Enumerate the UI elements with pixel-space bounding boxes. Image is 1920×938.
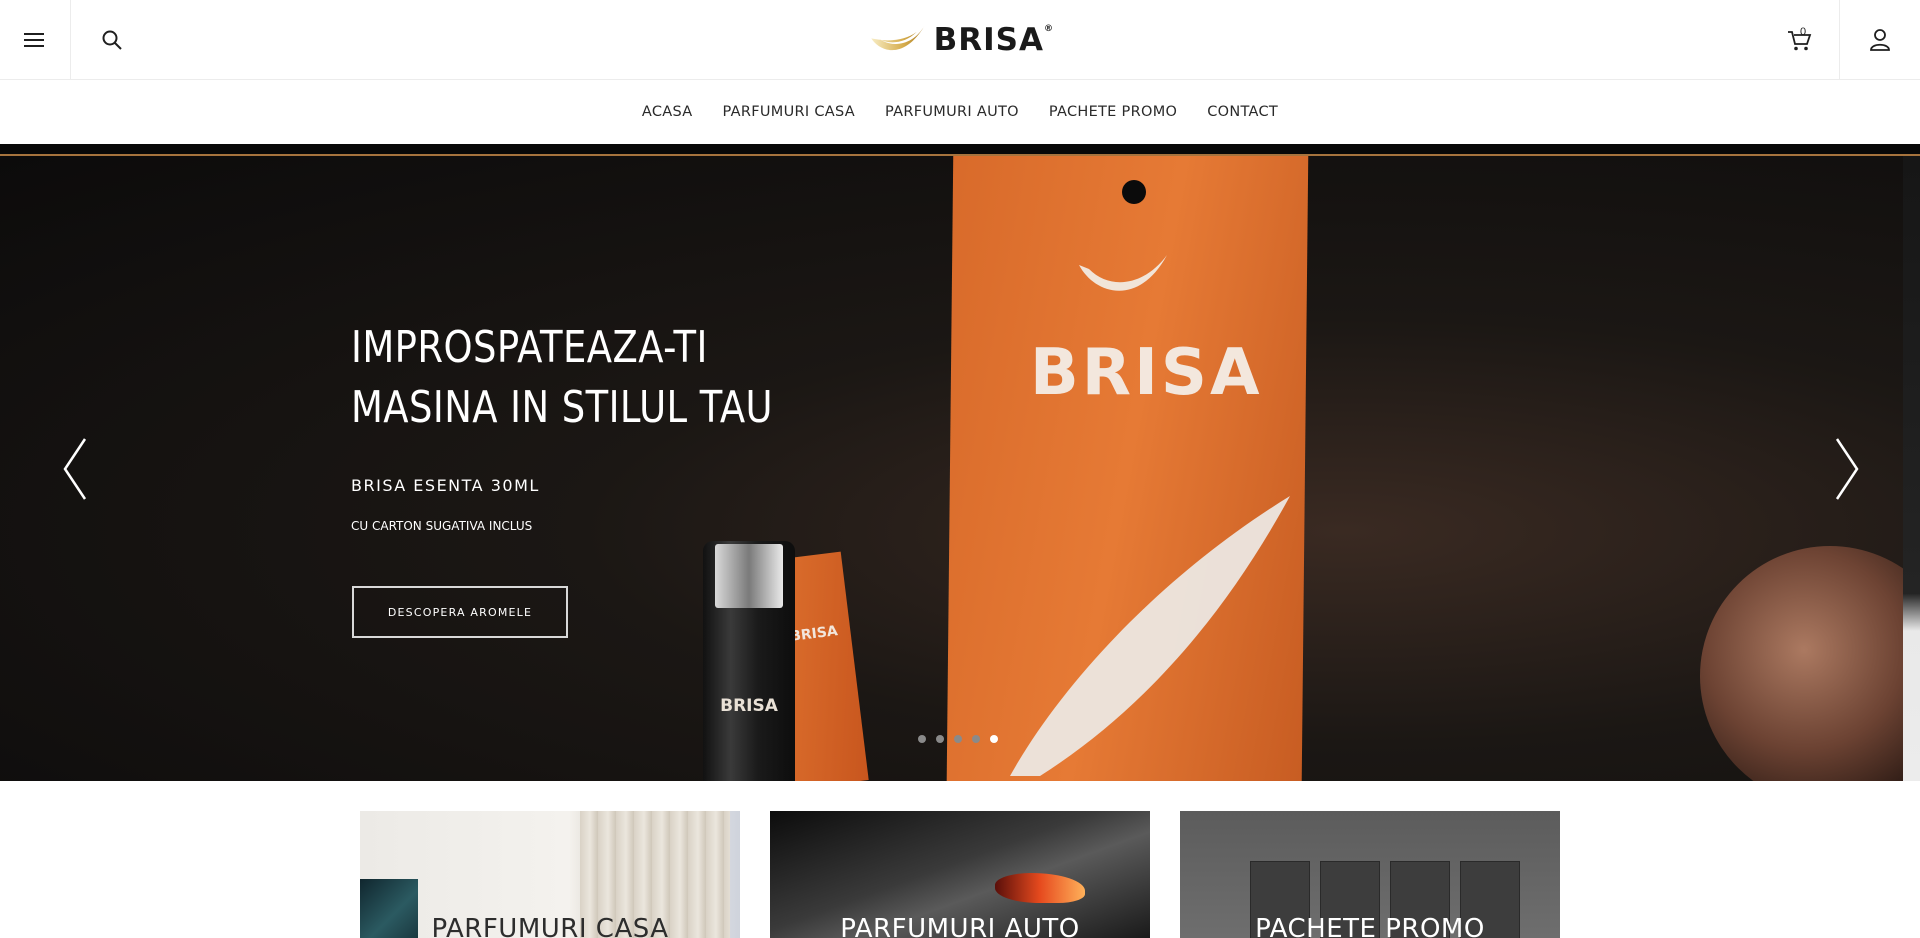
- slider-dot-3[interactable]: [954, 735, 962, 743]
- category-card-parfumuri-casa[interactable]: PARFUMURI CASA: [360, 811, 740, 938]
- brand-name: BRISA®: [933, 22, 1054, 58]
- category-card-parfumuri-auto[interactable]: PARFUMURI AUTO: [770, 811, 1150, 938]
- user-icon: [1870, 29, 1890, 51]
- site-header: BRISA® 0: [0, 0, 1920, 80]
- hero-right-strip: [1903, 156, 1920, 781]
- search-icon: [102, 30, 122, 50]
- slider-prev-arrow[interactable]: [55, 437, 95, 501]
- slider-dots: [918, 735, 998, 743]
- slider-dot-1[interactable]: [918, 735, 926, 743]
- nav-item-acasa[interactable]: ACASA: [642, 104, 693, 120]
- search-button[interactable]: [71, 0, 153, 80]
- bottle-cap: [715, 544, 783, 608]
- nav-item-parfumuri-auto[interactable]: PARFUMURI AUTO: [885, 104, 1019, 120]
- hand-image: [1700, 546, 1920, 781]
- tag-brand-text: BRISA: [1030, 336, 1263, 410]
- category-cards: PARFUMURI CASA PARFUMURI AUTO PACHETE PR…: [360, 811, 1560, 938]
- cart-button[interactable]: 0: [1758, 0, 1839, 80]
- hero-title-line-1: IMPROSPATEAZA-TI: [351, 322, 708, 373]
- hero-slider: BRISA BRISA BRISA IMPROSPATEAZA-TI MASIN…: [0, 156, 1920, 781]
- category-card-pachete-promo[interactable]: PACHETE PROMO: [1180, 811, 1560, 938]
- cart-count-badge: 0: [1800, 26, 1807, 38]
- slider-dot-2[interactable]: [936, 735, 944, 743]
- chevron-right-icon: [1835, 438, 1859, 500]
- nav-item-parfumuri-casa[interactable]: PARFUMURI CASA: [723, 104, 855, 120]
- hero-title-line-2: MASINA IN STILUL TAU: [351, 382, 774, 433]
- hero-small-text: CU CARTON SUGATIVA INCLUS: [351, 519, 533, 533]
- cart-icon: [1787, 31, 1811, 51]
- discover-button[interactable]: DESCOPERA AROMELE: [352, 586, 568, 638]
- hero-subtitle: BRISA ESENTA 30ML: [351, 476, 540, 495]
- category-label: PACHETE PROMO: [1255, 914, 1485, 938]
- bottle-brand-text: BRISA: [720, 696, 778, 716]
- category-label: PARFUMURI CASA: [431, 914, 669, 938]
- category-label: PARFUMURI AUTO: [840, 914, 1080, 938]
- chevron-left-icon: [63, 438, 87, 500]
- hero-top-bar: [0, 144, 1920, 156]
- account-button[interactable]: [1839, 0, 1920, 80]
- feather-icon: [1079, 255, 1167, 291]
- car-taillight-image: [995, 873, 1085, 903]
- feather-logo-icon: [871, 25, 925, 51]
- nav-item-pachete-promo[interactable]: PACHETE PROMO: [1049, 104, 1177, 120]
- hamburger-menu-icon: [24, 33, 44, 47]
- brand-logo[interactable]: BRISA®: [868, 14, 1054, 66]
- nav-item-contact[interactable]: CONTACT: [1207, 104, 1278, 120]
- slider-next-arrow[interactable]: [1827, 437, 1867, 501]
- hero-title: IMPROSPATEAZA-TI MASINA IN STILUL TAU: [351, 318, 853, 438]
- slider-dot-5[interactable]: [990, 735, 998, 743]
- menu-button[interactable]: [0, 0, 71, 80]
- slider-dot-4[interactable]: [972, 735, 980, 743]
- main-nav: ACASA PARFUMURI CASA PARFUMURI AUTO PACH…: [0, 80, 1920, 144]
- large-feather-icon: [1010, 496, 1290, 776]
- tag-hole: [1122, 180, 1146, 204]
